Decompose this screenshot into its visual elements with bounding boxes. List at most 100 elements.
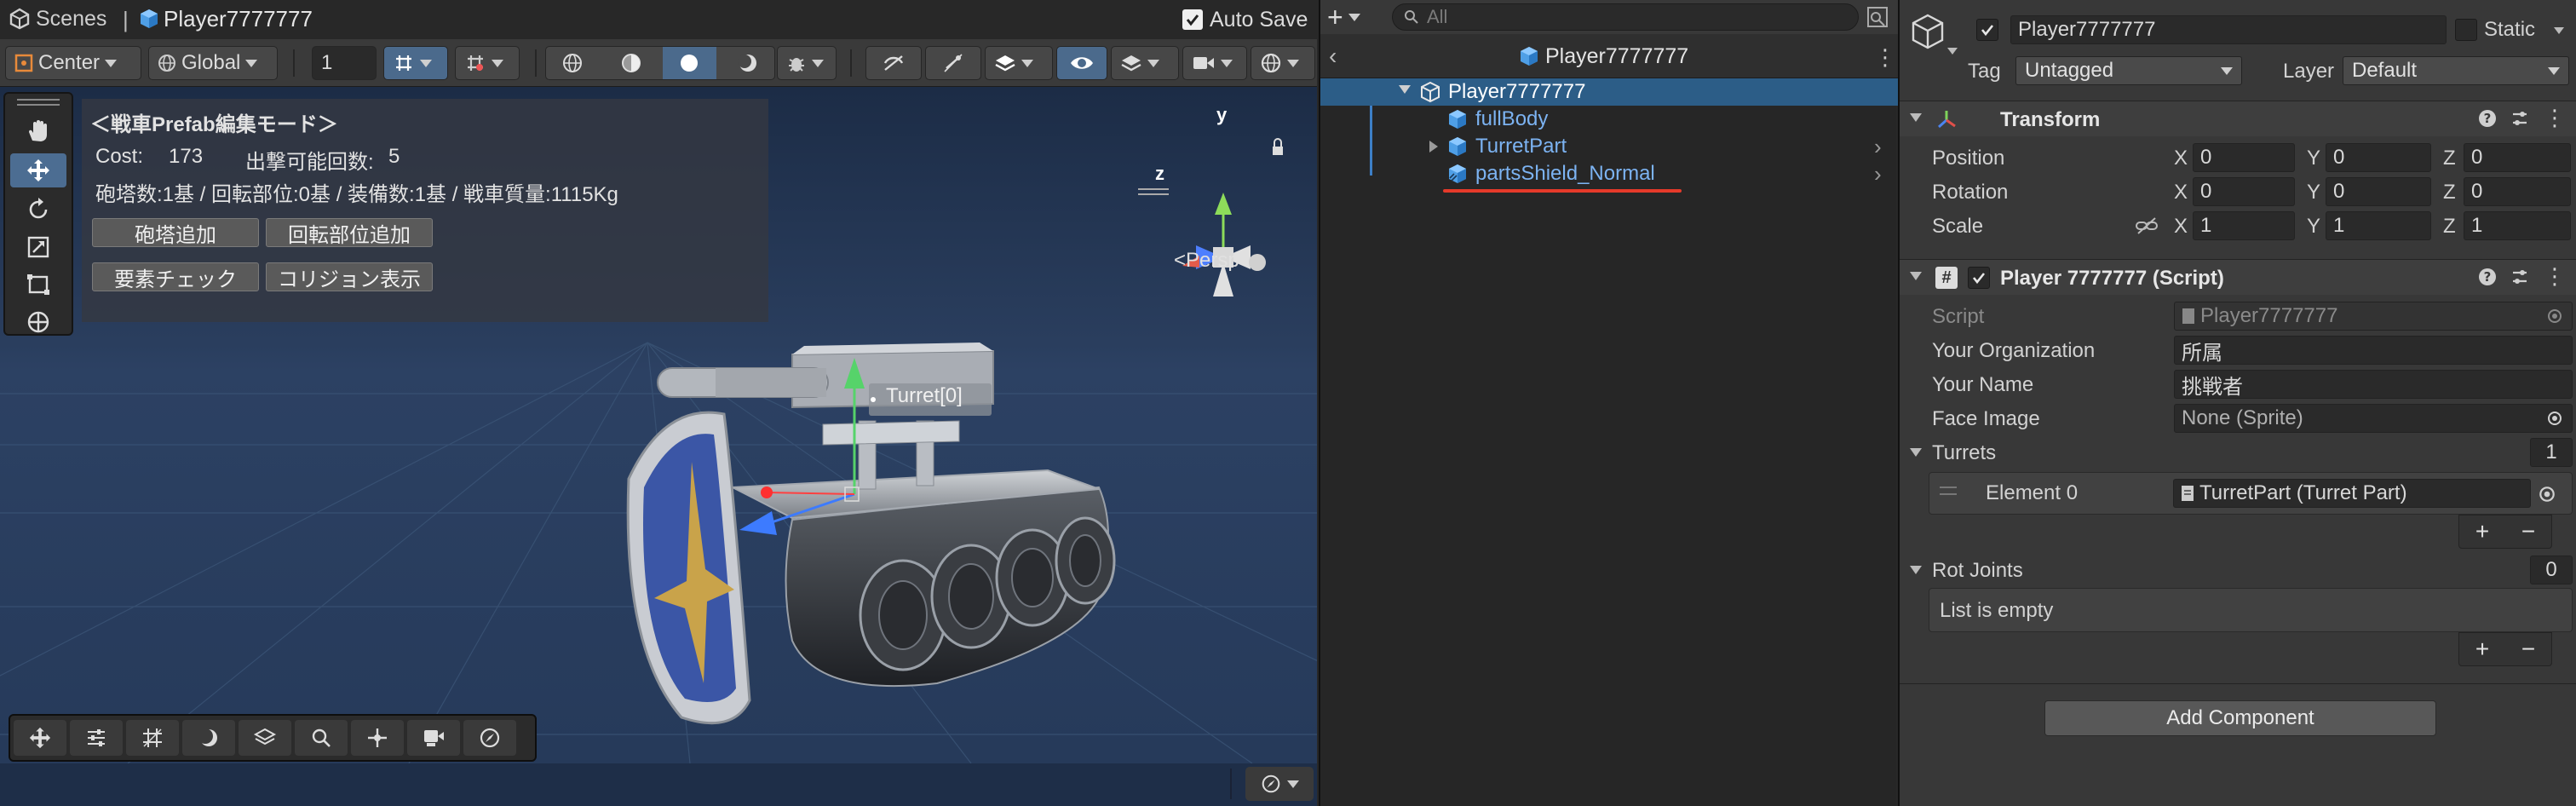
pivot-handles-icon[interactable] [351, 720, 404, 756]
search-by-type-icon[interactable] [1866, 5, 1891, 29]
position-z-label[interactable]: Z [2443, 147, 2456, 170]
remove-element-button[interactable]: − [2521, 518, 2535, 545]
collapse-triangle-icon[interactable] [1429, 141, 1438, 153]
rot-joints-fold-triangle-icon[interactable] [1910, 566, 1922, 574]
collision-display-button[interactable]: コリジョン表示 [266, 262, 433, 291]
scale-tool-button[interactable] [10, 230, 66, 264]
pivot-dropdown[interactable]: Center [5, 46, 141, 80]
create-dropdown[interactable]: + [1327, 2, 1378, 32]
help-icon[interactable]: ? [2477, 267, 2498, 287]
scale-x-field[interactable]: 1 [2193, 211, 2295, 240]
hand-tool-button[interactable] [10, 114, 66, 148]
your-name-field[interactable]: 挑戦者 [2174, 370, 2573, 399]
search-icon[interactable] [295, 720, 348, 756]
position-x-field[interactable]: 0 [2193, 143, 2295, 172]
transform-header[interactable]: Transform ? ⋮ [1900, 101, 2576, 136]
fold-triangle-icon[interactable] [1910, 113, 1922, 122]
debug-draw-button[interactable] [777, 46, 837, 80]
script-component-header[interactable]: # Player 7777777 (Script) ? ⋮ [1900, 259, 2576, 295]
expand-triangle-icon[interactable] [1399, 85, 1411, 94]
grid-icon[interactable] [126, 720, 179, 756]
object-picker-icon[interactable] [2546, 410, 2563, 427]
fold-triangle-icon[interactable] [1910, 272, 1922, 280]
drag-handle-icon[interactable] [1940, 486, 1957, 488]
add-element-button[interactable]: + [2475, 518, 2489, 545]
preset-icon[interactable] [2510, 108, 2530, 129]
script-enabled-checkbox[interactable] [1968, 267, 1990, 289]
help-icon[interactable]: ? [2477, 108, 2498, 129]
wireframe-mode-icon[interactable] [546, 47, 600, 79]
add-turret-button[interactable]: 砲塔追加 [92, 218, 259, 247]
org-field[interactable]: 所属 [2174, 336, 2573, 365]
back-arrow-icon[interactable]: ‹ [1329, 43, 1337, 70]
object-picker-icon[interactable] [2538, 485, 2556, 504]
camera-overlay-icon[interactable] [407, 720, 460, 756]
position-y-field[interactable]: 0 [2326, 143, 2431, 172]
element-check-button[interactable]: 要素チェック [92, 262, 259, 291]
active-checkbox[interactable] [1976, 19, 1998, 41]
rotation-x-label[interactable]: X [2174, 181, 2188, 204]
rect-tool-button[interactable] [10, 268, 66, 302]
component-menu-icon[interactable]: ⋮ [2544, 263, 2566, 290]
hierarchy-item-root[interactable]: Player7777777 [1320, 78, 1898, 106]
remove-element-button[interactable]: − [2521, 636, 2535, 663]
shaded-mode-icon[interactable] [663, 47, 716, 79]
rotate-tool-button[interactable] [10, 193, 66, 227]
static-checkbox[interactable] [2455, 19, 2477, 41]
rotation-z-field[interactable]: 0 [2464, 177, 2571, 206]
layers-dropdown[interactable] [1111, 46, 1179, 80]
turrets-count-field[interactable]: 1 [2530, 438, 2573, 467]
breadcrumb-prefab[interactable]: Player7777777 [164, 6, 313, 32]
constrain-proportions-icon[interactable] [2135, 216, 2159, 235]
grid-snap-button[interactable] [383, 46, 448, 80]
hierarchy-item-turretpart[interactable]: TurretPart › [1320, 133, 1898, 160]
transform-tool-button[interactable] [10, 305, 66, 339]
turrets-fold-triangle-icon[interactable] [1910, 448, 1922, 457]
scene-visibility-button[interactable] [1056, 46, 1107, 80]
layer-dropdown[interactable]: Default [2343, 56, 2569, 85]
drag-handle[interactable] [17, 99, 60, 101]
unlit-mode-icon[interactable] [722, 47, 775, 79]
element-0-field[interactable]: TurretPart (Turret Part) [2173, 479, 2531, 508]
autosave-checkbox[interactable] [1182, 9, 1203, 30]
scale-z-label[interactable]: Z [2443, 215, 2456, 239]
open-prefab-arrow-icon[interactable]: › [1874, 134, 1882, 160]
scene-camera-dropdown[interactable] [1245, 767, 1314, 801]
rotation-y-label[interactable]: Y [2307, 181, 2320, 204]
layers-overlay-icon[interactable] [239, 720, 291, 756]
rot-joints-count-field[interactable]: 0 [2530, 556, 2573, 584]
add-rotary-part-button[interactable]: 回転部位追加 [266, 218, 433, 247]
face-image-field[interactable]: None (Sprite) [2174, 404, 2573, 433]
compass-icon[interactable] [463, 720, 516, 756]
position-x-label[interactable]: X [2174, 147, 2188, 170]
space-dropdown[interactable]: Global [148, 46, 278, 80]
scale-x-label[interactable]: X [2174, 215, 2188, 239]
scale-y-field[interactable]: 1 [2326, 211, 2431, 240]
projection-toggle[interactable]: <Persp [1174, 249, 1239, 273]
scale-y-label[interactable]: Y [2307, 215, 2320, 239]
hierarchy-item-fullbody[interactable]: fullBody [1320, 106, 1898, 133]
more-options-icon[interactable]: ⋮ [1874, 44, 1896, 71]
move-tool-button[interactable] [10, 153, 66, 187]
rotation-x-field[interactable]: 0 [2193, 177, 2295, 206]
gizmos-dropdown[interactable] [1251, 46, 1315, 80]
add-element-button[interactable]: + [2475, 636, 2489, 663]
effects-dropdown[interactable] [985, 46, 1053, 80]
component-menu-icon[interactable]: ⋮ [2544, 105, 2566, 131]
camera-dropdown[interactable] [1182, 46, 1247, 80]
rotation-y-field[interactable]: 0 [2326, 177, 2431, 206]
lighting-toggle-button[interactable] [925, 46, 981, 80]
hierarchy-search[interactable]: All [1392, 3, 1859, 31]
hierarchy-item-shield[interactable]: partsShield_Normal › [1320, 160, 1898, 187]
add-component-button[interactable]: Add Component [2044, 700, 2436, 736]
object-name-field[interactable]: Player7777777 [2010, 15, 2447, 44]
icon-chevron-down-icon[interactable] [1947, 48, 1958, 55]
static-chevron-down-icon[interactable] [2554, 27, 2564, 34]
tag-dropdown[interactable]: Untagged [2015, 56, 2242, 85]
position-z-field[interactable]: 0 [2464, 143, 2571, 172]
increment-snap-button[interactable] [455, 46, 520, 80]
preset-icon[interactable] [2510, 267, 2530, 287]
breadcrumb-scenes[interactable]: Scenes [36, 7, 106, 32]
scale-z-field[interactable]: 1 [2464, 211, 2571, 240]
position-y-label[interactable]: Y [2307, 147, 2320, 170]
